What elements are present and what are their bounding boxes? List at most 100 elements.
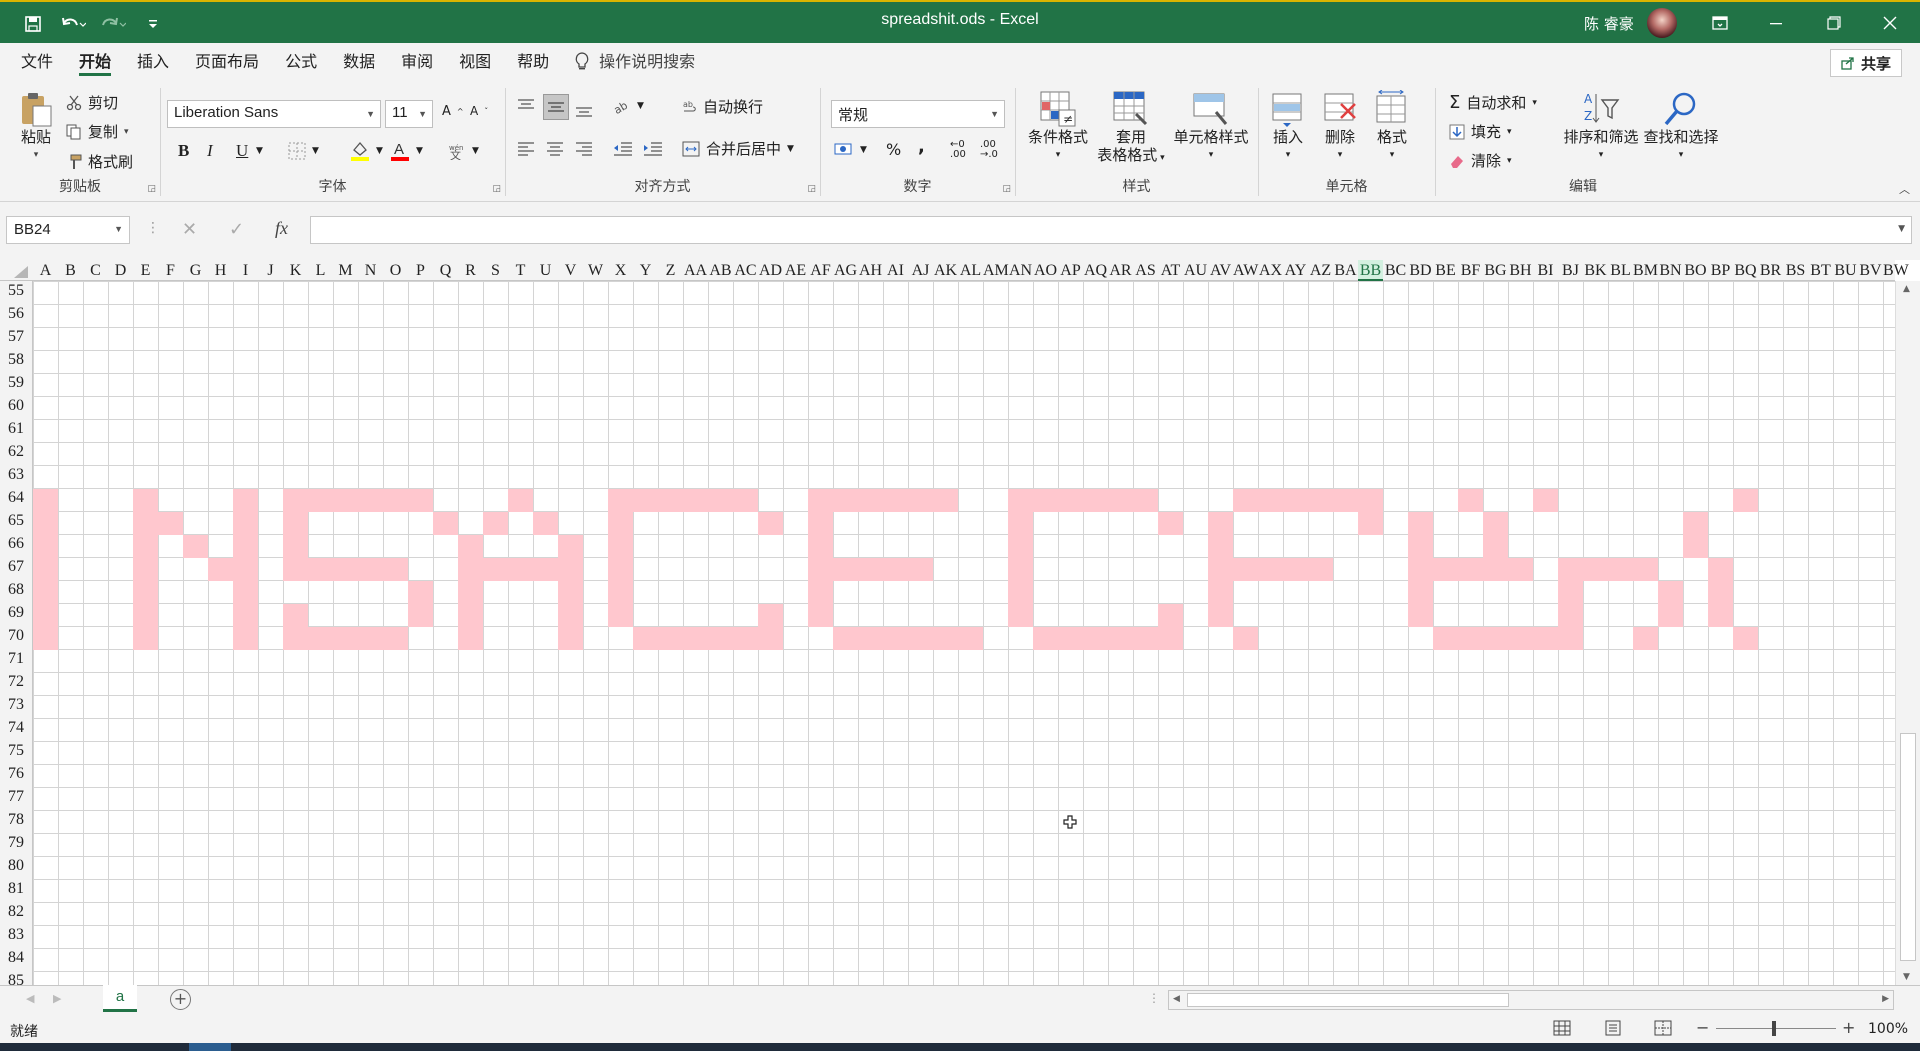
row-header[interactable]: 72 [0,670,30,693]
column-header-am[interactable]: AM [983,260,1009,281]
decrease-decimal-button[interactable]: .00 →.0 [980,140,998,160]
column-header-bl[interactable]: BL [1608,260,1633,281]
column-header-br[interactable]: BR [1758,260,1783,281]
font-color-button[interactable]: A ▼ [390,140,423,162]
italic-button[interactable]: I [207,141,213,161]
add-sheet-icon[interactable]: + [170,989,191,1010]
sheet-tab-a[interactable]: a [103,985,137,1012]
column-header-ap[interactable]: AP [1058,260,1083,281]
orientation-button[interactable]: ab ▼ [613,98,644,114]
column-header-av[interactable]: AV [1208,260,1233,281]
row-header[interactable]: 64 [0,486,30,509]
row-header[interactable]: 74 [0,716,30,739]
column-header-ad[interactable]: AD [758,260,783,281]
row-header[interactable]: 75 [0,739,30,762]
column-header-bu[interactable]: BU [1833,260,1858,281]
scroll-right-icon[interactable]: ▶ [1882,994,1889,1004]
next-sheet-icon[interactable]: ▶ [53,992,61,1005]
align-top-button[interactable] [517,98,535,114]
select-all-button[interactable] [14,266,28,278]
column-header-bb[interactable]: BB [1358,260,1383,281]
share-button[interactable]: 共享 [1829,49,1902,77]
number-format-select[interactable]: 常规 ▼ [831,100,1005,128]
row-header[interactable]: 56 [0,302,30,325]
font-name-select[interactable]: Liberation Sans ▼ [167,100,381,128]
column-header-e[interactable]: E [133,260,158,281]
column-header-y[interactable]: Y [633,260,658,281]
column-header-j[interactable]: J [258,260,283,281]
delete-cells-button[interactable]: 删除 ▾ [1318,90,1362,164]
scroll-up-icon[interactable]: ▲ [1903,284,1910,294]
tab-formulas[interactable]: 公式 [272,43,330,80]
column-header-ag[interactable]: AG [833,260,858,281]
row-header[interactable]: 70 [0,624,30,647]
cancel-formula-button[interactable]: ✕ [182,219,197,240]
column-header-i[interactable]: I [233,260,258,281]
column-header-ai[interactable]: AI [883,260,908,281]
percent-button[interactable]: % [886,140,901,159]
cell-styles-button[interactable]: 单元格样式 ▾ [1167,90,1255,164]
zoom-slider[interactable] [1716,1028,1836,1029]
prev-sheet-icon[interactable]: ◀ [26,992,34,1005]
page-break-view-icon[interactable] [1654,1020,1672,1036]
row-header[interactable]: 82 [0,900,30,923]
column-header-bp[interactable]: BP [1708,260,1733,281]
normal-view-icon[interactable] [1553,1020,1571,1036]
sort-filter-button[interactable]: AZ 排序和筛选 ▾ [1563,90,1639,164]
column-header-bf[interactable]: BF [1458,260,1483,281]
conditional-formatting-button[interactable]: ≠ 条件格式 ▾ [1022,90,1094,164]
column-header-ay[interactable]: AY [1283,260,1308,281]
scroll-down-icon[interactable]: ▼ [1903,972,1910,982]
underline-button[interactable]: U [236,141,248,161]
minimize-icon[interactable] [1752,7,1800,39]
tab-page-layout[interactable]: 页面布局 [182,43,272,80]
column-header-af[interactable]: AF [808,260,833,281]
row-header[interactable]: 60 [0,394,30,417]
zoom-level[interactable]: 100% [1868,1021,1908,1037]
row-header[interactable]: 55 [0,279,30,302]
row-header[interactable]: 67 [0,555,30,578]
column-header-ab[interactable]: AB [708,260,733,281]
row-header[interactable]: 68 [0,578,30,601]
dialog-launcher-icon[interactable]: ◲ [147,184,156,194]
row-header[interactable]: 84 [0,946,30,969]
paste-button[interactable]: 粘贴 ▾ [14,90,58,164]
column-header-bm[interactable]: BM [1633,260,1658,281]
column-header-at[interactable]: AT [1158,260,1183,281]
column-header-f[interactable]: F [158,260,183,281]
expand-formula-icon[interactable]: ▼ [1898,224,1905,234]
enter-formula-button[interactable]: ✓ [229,219,244,240]
row-header[interactable]: 77 [0,785,30,808]
avatar[interactable] [1647,8,1677,38]
taskbar-active-app[interactable] [189,1043,231,1051]
dialog-launcher-icon[interactable]: ◲ [492,184,501,194]
column-header-b[interactable]: B [58,260,83,281]
format-cells-button[interactable]: 格式 ▾ [1370,90,1414,164]
column-header-bq[interactable]: BQ [1733,260,1758,281]
row-header[interactable]: 73 [0,693,30,716]
phonetic-button[interactable]: wén 文 ▼ [448,142,479,160]
format-painter-button[interactable]: 格式刷 [66,151,133,172]
currency-button[interactable]: ▼ [834,142,867,158]
column-header-t[interactable]: T [508,260,533,281]
collapse-ribbon-icon[interactable]: ︿ [1899,181,1910,197]
row-header[interactable]: 81 [0,877,30,900]
column-header-ba[interactable]: BA [1333,260,1358,281]
column-header-ak[interactable]: AK [933,260,958,281]
name-box[interactable]: BB24 ▼ [6,216,130,244]
increase-indent-button[interactable] [643,140,663,156]
align-left-button[interactable] [517,140,535,156]
column-header-v[interactable]: V [558,260,583,281]
column-header-z[interactable]: Z [658,260,683,281]
insert-cells-button[interactable]: 插入 ▾ [1266,90,1310,164]
row-header[interactable]: 83 [0,923,30,946]
font-size-select[interactable]: 11 ▼ [385,100,433,128]
clear-button[interactable]: 清除 ▾ [1449,150,1512,171]
row-header[interactable]: 62 [0,440,30,463]
column-header-n[interactable]: N [358,260,383,281]
autosum-button[interactable]: Σ 自动求和 ▾ [1449,92,1537,113]
column-header-u[interactable]: U [533,260,558,281]
find-select-button[interactable]: 查找和选择 ▾ [1641,90,1721,164]
row-header[interactable]: 59 [0,371,30,394]
column-header-aj[interactable]: AJ [908,260,933,281]
